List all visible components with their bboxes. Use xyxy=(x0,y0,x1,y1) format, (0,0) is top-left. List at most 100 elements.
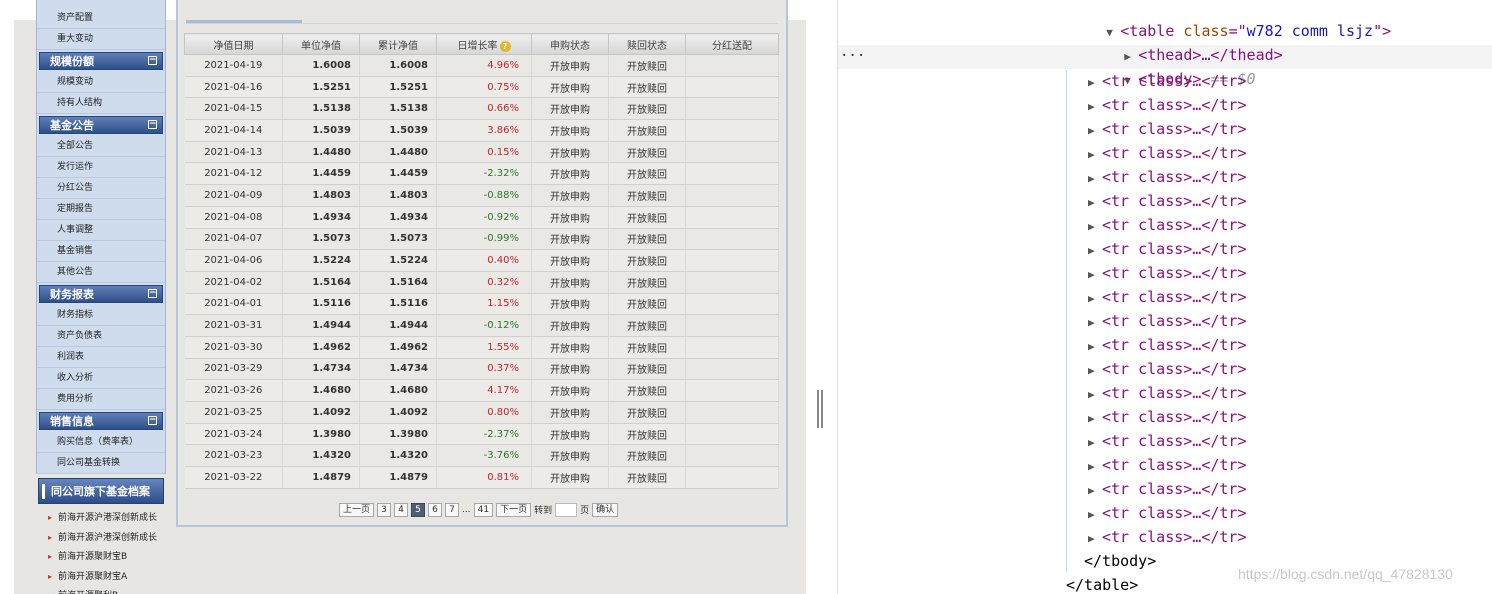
table-row[interactable]: 2021-04-15 1.5138 1.5138 0.66% 开放申购 开放赎回 xyxy=(184,97,779,121)
dom-node-tr[interactable]: ▶ <tr class>…</tr> xyxy=(1088,94,1247,116)
dom-node-tr[interactable]: ▶ <tr class>…</tr> xyxy=(1088,310,1247,332)
sidebar-item[interactable]: 费用分析 xyxy=(37,389,165,410)
table-row[interactable]: 2021-03-31 1.4944 1.4944 -0.12% 开放申购 开放赎… xyxy=(184,314,779,337)
dom-node-tr[interactable]: ▶ <tr class>…</tr> xyxy=(1088,454,1247,476)
expand-triangle-icon[interactable]: ▶ xyxy=(1088,312,1102,334)
dom-node-tr[interactable]: ▶ <tr class>…</tr> xyxy=(1088,238,1247,260)
table-row[interactable]: 2021-04-12 1.4459 1.4459 -2.32% 开放申购 开放赎… xyxy=(184,162,779,186)
expand-triangle-icon[interactable]: ▶ xyxy=(1088,408,1102,430)
splitter-grip-icon[interactable] xyxy=(817,390,823,428)
collapse-toggle-icon[interactable]: − xyxy=(148,120,157,129)
fund-file-link[interactable]: ▸ 前海开源聚财宝B xyxy=(48,550,127,564)
node-actions-ellipsis[interactable]: ··· xyxy=(840,48,865,64)
expand-triangle-icon[interactable]: ▶ xyxy=(1088,192,1102,214)
dom-node-tbody-close[interactable]: </tbody> xyxy=(1084,550,1156,572)
fund-file-link[interactable]: ▸ 前海开源聚财宝A xyxy=(48,570,127,584)
expand-triangle-icon[interactable]: ▶ xyxy=(1088,384,1102,406)
expand-triangle-icon[interactable]: ▶ xyxy=(1088,240,1102,262)
dom-node-table[interactable]: ▼ <table class="w782 comm lsjz"> xyxy=(1052,0,1391,40)
collapse-toggle-icon[interactable]: − xyxy=(148,289,157,298)
sidebar-item[interactable]: 同公司基金转换 xyxy=(37,453,165,474)
dom-node-thead[interactable]: ▶ <thead>…</thead> xyxy=(1070,22,1283,64)
dom-node-tbody[interactable]: ▼ <tbody> == $0 xyxy=(1070,46,1255,88)
dom-node-tr[interactable]: ▶ <tr class>…</tr> xyxy=(1088,358,1247,380)
col-header-daily-growth[interactable]: 日增长率? xyxy=(436,33,532,55)
table-row[interactable]: 2021-03-24 1.3980 1.3980 -2.37% 开放申购 开放赎… xyxy=(184,423,779,446)
expand-triangle-icon[interactable]: ▶ xyxy=(1088,72,1102,94)
expand-triangle-icon[interactable]: ▶ xyxy=(1088,360,1102,382)
sidebar-item[interactable]: 购买信息（费率表） xyxy=(37,432,165,453)
dom-node-tr[interactable]: ▶ <tr class>…</tr> xyxy=(1088,286,1247,308)
dom-node-tr[interactable]: ▶ <tr class>…</tr> xyxy=(1088,430,1247,452)
sidebar-item[interactable]: 其他公告 xyxy=(37,262,165,283)
dom-node-tr[interactable]: ▶ <tr class>…</tr> xyxy=(1088,334,1247,356)
sidebar-item[interactable]: 定期报告 xyxy=(37,199,165,220)
table-row[interactable]: 2021-04-13 1.4480 1.4480 0.15% 开放申购 开放赎回 xyxy=(184,141,779,164)
sidebar-item[interactable]: 持有人结构 xyxy=(37,93,165,114)
sidebar-section-header[interactable]: 财务报表 − xyxy=(39,285,163,303)
fund-file-link[interactable]: ▸前海开源聚利B xyxy=(48,589,118,594)
dom-node-tr[interactable]: ▶ <tr class>…</tr> xyxy=(1088,406,1247,428)
expand-triangle-icon[interactable]: ▶ xyxy=(1088,456,1102,478)
dom-node-tr[interactable]: ▶ <tr class>…</tr> xyxy=(1088,142,1247,164)
page-number-button[interactable]: 3 xyxy=(377,502,392,517)
page-number-button[interactable]: 4 xyxy=(394,502,409,517)
confirm-page-button[interactable]: 确认 xyxy=(592,502,619,517)
sidebar-item[interactable]: 资产配置 xyxy=(37,8,165,29)
expand-triangle-icon[interactable]: ▶ xyxy=(1088,96,1102,118)
expand-triangle-icon[interactable]: ▶ xyxy=(1088,264,1102,286)
next-page-button[interactable]: 下一页 xyxy=(496,502,532,517)
dom-node-tr[interactable]: ▶ <tr class>…</tr> xyxy=(1088,214,1247,236)
col-header-unit-nav[interactable]: 单位净值 xyxy=(282,33,360,55)
collapse-toggle-icon[interactable]: − xyxy=(148,56,157,65)
sidebar-item[interactable]: 利润表 xyxy=(37,347,165,368)
table-row[interactable]: 2021-04-08 1.4934 1.4934 -0.92% 开放申购 开放赎… xyxy=(184,206,779,229)
dom-node-tr[interactable]: ▶ <tr class>…</tr> xyxy=(1088,166,1247,188)
fund-file-link[interactable]: ▸ 前海开源沪港深创新成长 xyxy=(48,511,157,525)
expand-triangle-icon[interactable]: ▶ xyxy=(1088,504,1102,526)
dom-node-tr[interactable]: ▶ <tr class>…</tr> xyxy=(1088,382,1247,404)
dom-node-tr[interactable]: ▶ <tr class>…</tr> xyxy=(1088,262,1247,284)
page-number-button[interactable]: 6 xyxy=(428,502,443,517)
col-header-acc-nav[interactable]: 累计净值 xyxy=(359,33,437,55)
col-header-redeem-status[interactable]: 赎回状态 xyxy=(608,33,686,55)
prev-page-button[interactable]: 上一页 xyxy=(339,502,375,517)
expand-triangle-icon[interactable]: ▶ xyxy=(1088,144,1102,166)
sidebar-item[interactable]: 财务指标 xyxy=(37,305,165,326)
dom-node-tr[interactable]: ▶ <tr class>…</tr> xyxy=(1088,118,1247,140)
table-row[interactable]: 2021-04-09 1.4803 1.4803 -0.88% 开放申购 开放赎… xyxy=(184,184,779,207)
table-row[interactable]: 2021-03-22 1.4879 1.4879 0.81% 开放申购 开放赎回 xyxy=(184,466,779,489)
table-row[interactable]: 2021-03-29 1.4734 1.4734 0.37% 开放申购 开放赎回 xyxy=(184,358,779,381)
col-header-date[interactable]: 净值日期 xyxy=(184,33,283,55)
table-row[interactable]: 2021-04-19 1.6008 1.6008 4.96% 开放申购 开放赎回 xyxy=(184,54,779,77)
table-row[interactable]: 2021-03-30 1.4962 1.4962 1.55% 开放申购 开放赎回 xyxy=(184,336,779,359)
expand-triangle-icon[interactable]: ▶ xyxy=(1088,120,1102,142)
table-row[interactable]: 2021-04-07 1.5073 1.5073 -0.99% 开放申购 开放赎… xyxy=(184,228,779,251)
table-row[interactable]: 2021-04-06 1.5224 1.5224 0.40% 开放申购 开放赎回 xyxy=(184,249,779,272)
table-row[interactable]: 2021-03-25 1.4092 1.4092 0.80% 开放申购 开放赎回 xyxy=(184,401,779,424)
expand-triangle-icon[interactable]: ▶ xyxy=(1088,432,1102,454)
page-number-button[interactable]: 5 xyxy=(411,502,426,517)
expand-triangle-icon[interactable]: ▶ xyxy=(1088,336,1102,358)
dom-node-tr[interactable]: ▶ <tr class>…</tr> xyxy=(1088,502,1247,524)
dom-node-tr[interactable]: ▶ <tr class>…</tr> xyxy=(1088,478,1247,500)
col-header-dividend[interactable]: 分红送配 xyxy=(685,33,779,55)
expand-triangle-icon[interactable]: ▶ xyxy=(1088,216,1102,238)
sidebar-section-header[interactable]: 规模份额 − xyxy=(39,52,163,70)
sidebar-section-header[interactable]: 销售信息 − xyxy=(39,412,163,430)
dom-node-tr[interactable]: ▶ <tr class>…</tr> xyxy=(1088,190,1247,212)
sidebar-item[interactable]: 基金销售 xyxy=(37,241,165,262)
sidebar-item[interactable]: 分红公告 xyxy=(37,178,165,199)
help-icon[interactable]: ? xyxy=(499,40,511,52)
sidebar-section-header[interactable]: 基金公告 − xyxy=(39,116,163,134)
pane-splitter[interactable] xyxy=(812,0,838,594)
sidebar-item[interactable]: 资产负债表 xyxy=(37,326,165,347)
table-row[interactable]: 2021-04-02 1.5164 1.5164 0.32% 开放申购 开放赎回 xyxy=(184,271,779,294)
dom-node-table-close[interactable]: </table> xyxy=(1066,574,1138,594)
col-header-buy-status[interactable]: 申购状态 xyxy=(531,33,609,55)
fund-file-link[interactable]: ▸ 前海开源沪港深创新成长 xyxy=(48,531,157,545)
goto-page-input[interactable] xyxy=(555,502,578,517)
collapse-toggle-icon[interactable]: − xyxy=(148,416,157,425)
sidebar-item[interactable]: 规模变动 xyxy=(37,72,165,93)
page-number-button[interactable]: 7 xyxy=(445,502,460,517)
